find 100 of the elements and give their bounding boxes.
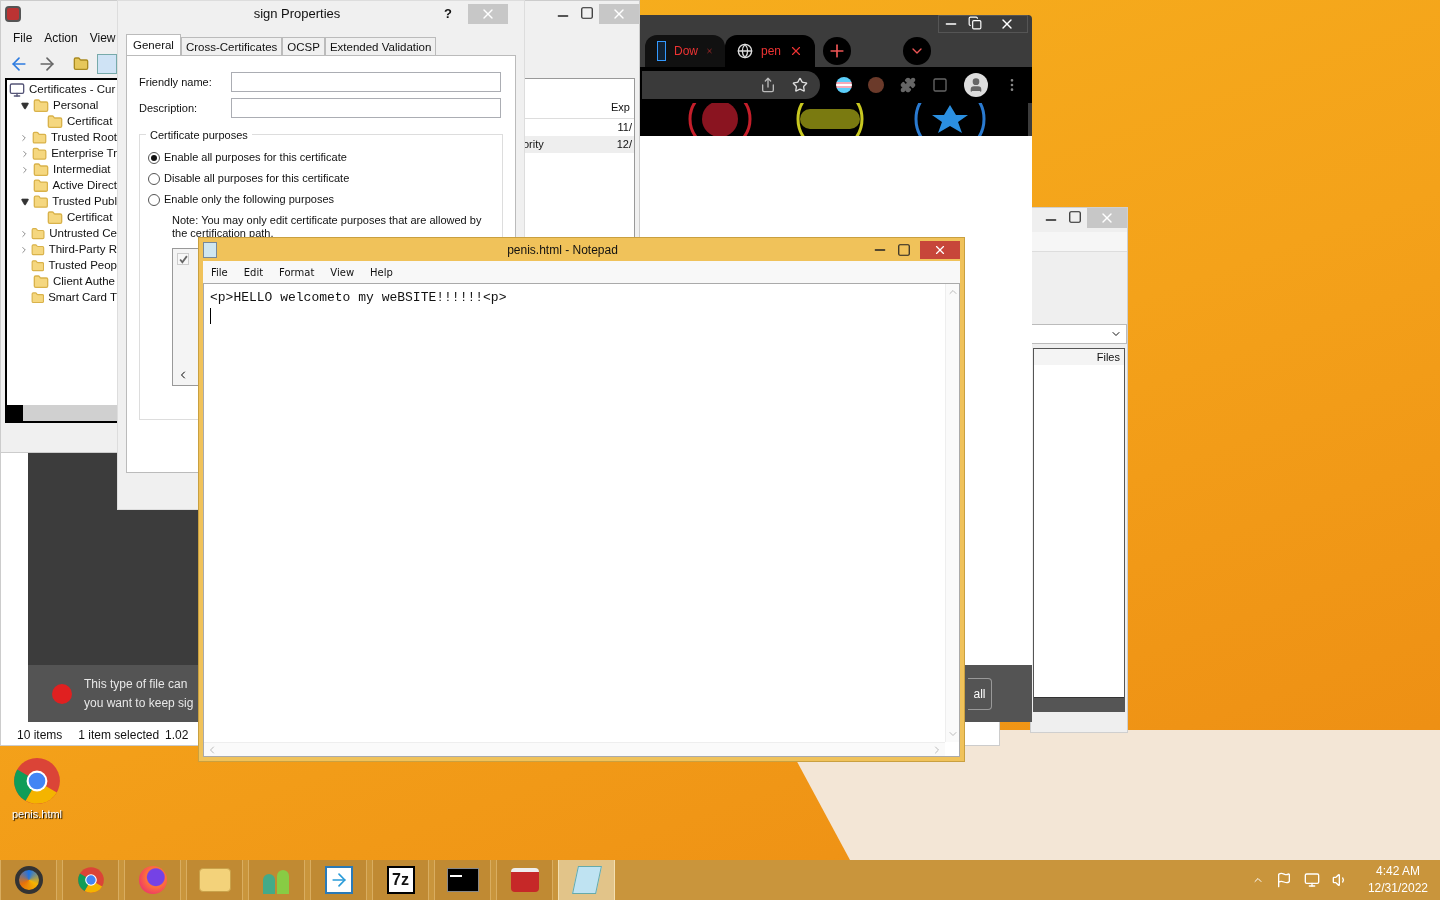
- tree-item[interactable]: Trusted Root: [50, 129, 117, 147]
- folder-icon: [31, 226, 46, 242]
- flag-icon[interactable]: [1275, 872, 1292, 888]
- network-icon[interactable]: [1303, 872, 1320, 888]
- close-tab-icon[interactable]: [789, 44, 803, 58]
- folder-icon: [47, 210, 63, 226]
- folder-icon: [33, 98, 49, 114]
- window-title: sign Properties: [252, 4, 342, 23]
- tree-item[interactable]: Certificates - Cur: [29, 81, 116, 99]
- menu-item[interactable]: File: [211, 264, 228, 280]
- radio-button[interactable]: [148, 151, 160, 164]
- status-text: 10 items: [17, 727, 63, 744]
- bookmark-star-icon[interactable]: [792, 77, 808, 93]
- taskbar-button[interactable]: [310, 860, 367, 900]
- chrome-icon: [76, 866, 105, 894]
- menu-item[interactable]: File: [13, 29, 33, 47]
- folder-icon: [47, 114, 63, 130]
- column-header[interactable]: Files: [1034, 349, 1124, 365]
- expanded-arrow-icon[interactable]: [20, 198, 29, 206]
- chrome-icon: [12, 756, 62, 806]
- menu-item[interactable]: Format: [279, 264, 315, 280]
- taskbar-button[interactable]: 7z: [372, 860, 429, 900]
- side-panel-icon[interactable]: [932, 77, 948, 93]
- tree-item[interactable]: Active Direct: [52, 177, 117, 195]
- folder-up-icon[interactable]: [73, 56, 89, 72]
- tree-item[interactable]: Trusted Peop: [48, 257, 117, 275]
- avatar-extension-icon[interactable]: [868, 77, 884, 93]
- share-icon[interactable]: [760, 77, 776, 93]
- document-text: <p>HELLO welcometo my weBSITE!!!!!!<p>: [210, 290, 508, 306]
- download-button[interactable]: all: [968, 677, 992, 710]
- tree-item[interactable]: Certificat: [67, 209, 113, 227]
- radio-button[interactable]: [148, 172, 160, 185]
- menu-item[interactable]: View: [89, 29, 116, 47]
- address-bar[interactable]: [642, 71, 820, 99]
- browser-tab[interactable]: pen: [725, 35, 815, 67]
- extensions-icon[interactable]: [900, 77, 916, 93]
- folder-icon: [33, 162, 49, 178]
- tree-item[interactable]: Personal: [53, 97, 99, 115]
- radio-option[interactable]: Disable all purposes for this certificate: [148, 168, 494, 189]
- menu-item[interactable]: View: [330, 264, 355, 280]
- text-input[interactable]: [231, 98, 501, 118]
- error-icon: [52, 683, 72, 704]
- radio-button[interactable]: [148, 193, 160, 206]
- radio-option[interactable]: Enable only the following purposes: [148, 189, 494, 210]
- menu-item[interactable]: Action: [44, 29, 78, 47]
- browser-tab[interactable]: Dow: [645, 35, 725, 67]
- flag-extension-icon[interactable]: [836, 77, 852, 93]
- tree-item[interactable]: Intermediat: [53, 161, 111, 179]
- list-row[interactable]: 11/: [521, 119, 634, 136]
- notepad-icon: [571, 866, 602, 894]
- close-button[interactable]: [920, 240, 960, 259]
- site-icon: [657, 41, 666, 61]
- folder-icon: [32, 178, 49, 194]
- tree-item[interactable]: Certificat: [67, 113, 113, 131]
- text-input[interactable]: [231, 72, 501, 92]
- scrollbar[interactable]: [7, 405, 117, 421]
- dialog-tab[interactable]: General: [126, 34, 181, 56]
- tab-title: Dow: [674, 43, 698, 60]
- tree-item[interactable]: Enterprise Tr: [51, 145, 117, 163]
- tree-item[interactable]: Client Authe: [53, 273, 115, 291]
- radio-option[interactable]: Enable all purposes for this certificate: [148, 147, 494, 168]
- console-tree-icon[interactable]: [97, 54, 117, 74]
- computer-icon: [9, 82, 25, 98]
- folder-icon: [198, 868, 231, 892]
- folder-icon: [32, 146, 48, 162]
- tab-search-button[interactable]: [903, 37, 931, 65]
- dropdown-field[interactable]: [1031, 324, 1127, 344]
- note-text: Note: You may only edit certificate purposes that are allowed by the certification path.: [172, 214, 483, 240]
- dialog-tab[interactable]: OCSP: [282, 37, 325, 56]
- cert-console-icon: [5, 5, 21, 22]
- taskbar-button[interactable]: [434, 860, 491, 900]
- checkmark-icon: [178, 254, 188, 264]
- taskbar-button[interactable]: [496, 860, 553, 900]
- tree-item[interactable]: Smart Card T: [48, 289, 117, 307]
- warning-text: you want to keep sig: [84, 694, 194, 712]
- notepad-icon: [203, 241, 217, 258]
- warning-text: This type of file can: [84, 675, 189, 693]
- menu-item[interactable]: Edit: [243, 264, 264, 280]
- tree-item[interactable]: Trusted Publ: [52, 193, 117, 211]
- profile-avatar[interactable]: [964, 73, 988, 97]
- text-caret: [210, 308, 211, 324]
- field-label: Description:: [139, 100, 199, 116]
- folder-icon: [30, 258, 45, 274]
- menu-item[interactable]: Help: [370, 264, 393, 280]
- tree-item[interactable]: Third-Party R: [48, 241, 117, 259]
- folder-icon: [31, 130, 47, 146]
- new-tab-button[interactable]: [823, 37, 851, 65]
- taskbar-button[interactable]: [0, 860, 57, 900]
- scrollbar[interactable]: [1034, 697, 1124, 711]
- help-button[interactable]: ?: [444, 3, 468, 24]
- table-cell-text: 12/: [616, 137, 632, 152]
- folder-icon: [30, 290, 45, 306]
- tree-item[interactable]: Untrusted Ce: [49, 225, 117, 243]
- firefox-icon: [138, 866, 167, 894]
- folder-icon: [30, 242, 45, 258]
- status-text: 1 item selected: [78, 727, 160, 744]
- tab-title: pen: [761, 43, 781, 60]
- expanded-arrow-icon[interactable]: [21, 102, 29, 110]
- console-icon: [446, 868, 479, 892]
- text-editor[interactable]: <p>HELLO welcometo my weBSITE!!!!!!<p>: [203, 283, 960, 757]
